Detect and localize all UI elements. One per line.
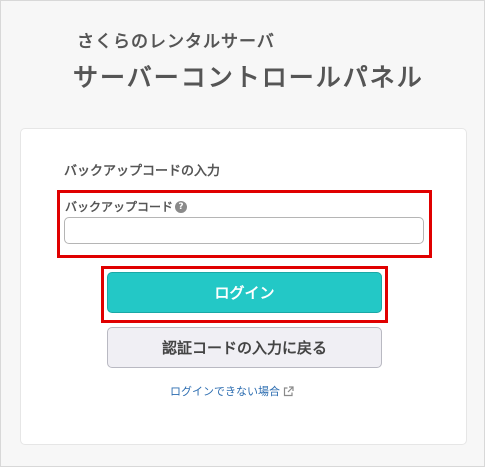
page-title: サーバーコントロールパネル <box>73 63 424 92</box>
backup-code-label-text: バックアップコード <box>65 200 174 214</box>
login-button[interactable]: ログイン <box>107 272 382 313</box>
help-icon[interactable]: ? <box>175 200 188 213</box>
brand-subtitle: さくらのレンタルサーバ <box>77 32 275 52</box>
cannot-login-link[interactable]: ログインできない場合 <box>170 383 294 399</box>
backup-code-label: バックアップコード ? <box>65 198 188 215</box>
external-link-icon <box>283 385 294 397</box>
cannot-login-link-text[interactable]: ログインできない場合 <box>170 383 280 399</box>
section-heading: バックアップコードの入力 <box>64 164 221 179</box>
back-to-auth-code-button[interactable]: 認証コードの入力に戻る <box>107 327 382 368</box>
backup-code-input[interactable] <box>64 217 424 244</box>
